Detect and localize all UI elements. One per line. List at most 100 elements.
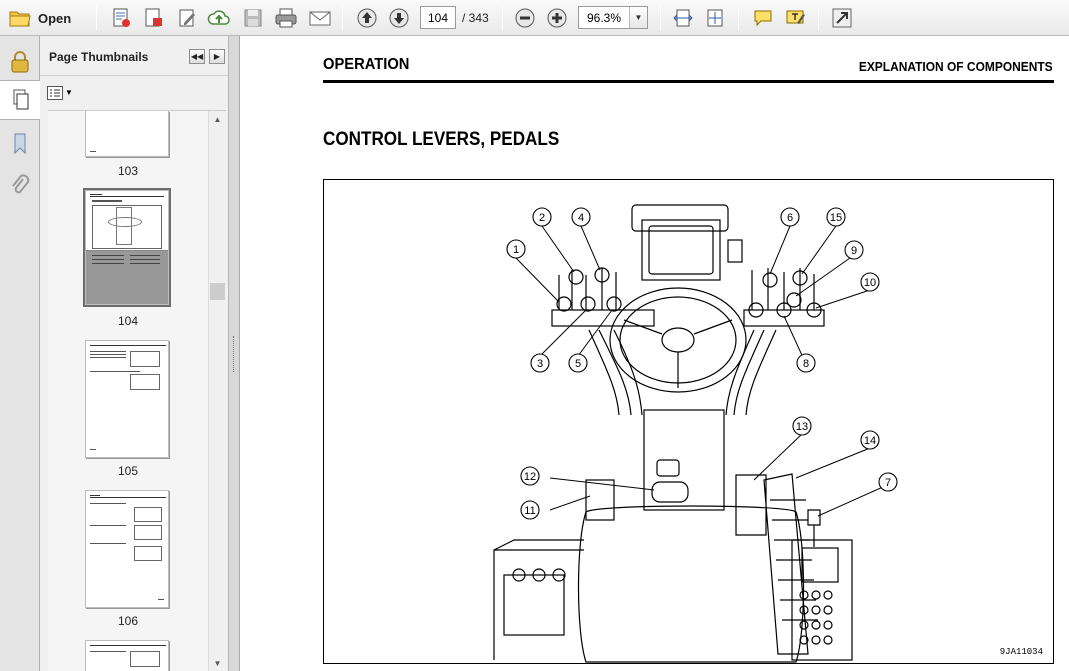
page-header-left: OPERATION	[323, 56, 410, 73]
export-pdf-button[interactable]	[140, 5, 166, 31]
panel-splitter[interactable]	[228, 36, 240, 671]
control-levers-figure: 1 2 3 4 5 6 7 8 9 10 11 12 13 14 15 9JA1…	[323, 179, 1054, 664]
callout-10: 10	[864, 277, 876, 289]
thumbnail-page-107[interactable]	[85, 640, 169, 671]
page-thumbnails-button[interactable]	[0, 80, 41, 120]
email-button[interactable]	[306, 5, 334, 31]
splitter-grip[interactable]	[233, 336, 235, 372]
arrow-down-icon	[389, 8, 409, 28]
thumbnail-label-104: 104	[117, 314, 139, 328]
callout-3: 3	[537, 358, 543, 370]
double-chevron-left-icon: ◀◀	[190, 52, 204, 61]
chevron-down-icon: ▼	[213, 659, 222, 668]
zoom-dropdown-arrow[interactable]: ▼	[629, 7, 647, 28]
thumbnail-page-105[interactable]	[85, 340, 169, 458]
thumbnail-label-106: 106	[117, 614, 139, 628]
page-header-right: EXPLANATION OF COMPONENTS	[859, 59, 1053, 74]
comment-button[interactable]	[750, 5, 776, 31]
zoom-select[interactable]: ▼	[578, 6, 648, 29]
list-options-icon	[47, 85, 63, 100]
print-button[interactable]	[272, 5, 300, 31]
callout-6: 6	[787, 212, 793, 224]
header-rule	[323, 80, 1054, 83]
thumbnail-page-104[interactable]	[83, 188, 171, 307]
chevron-down-icon: ▼	[65, 88, 73, 97]
callout-11: 11	[524, 505, 535, 517]
highlight-button[interactable]	[782, 5, 808, 31]
chevron-down-icon: ▼	[634, 13, 643, 22]
thumbnails-scroll-area: 103 104 105 106 ▲ ▼	[48, 110, 226, 671]
callout-13: 13	[796, 421, 808, 433]
create-pdf-icon	[113, 8, 130, 27]
lock-icon	[11, 51, 29, 73]
page-total-label: / 343	[462, 11, 489, 25]
thumbnails-title: Page Thumbnails	[49, 50, 149, 64]
zoom-out-icon	[515, 8, 535, 28]
expand-button[interactable]	[828, 5, 856, 31]
callout-9: 9	[851, 245, 857, 257]
fit-width-button[interactable]	[670, 5, 696, 31]
thumbnail-page-103[interactable]	[85, 111, 169, 157]
upload-button[interactable]	[206, 5, 232, 31]
create-pdf-button[interactable]	[108, 5, 134, 31]
document-view[interactable]: OPERATION EXPLANATION OF COMPONENTS CONT…	[240, 36, 1069, 671]
thumbnail-list: 103 104 105 106	[48, 111, 208, 671]
attachments-button[interactable]	[0, 166, 40, 206]
envelope-icon	[309, 11, 331, 26]
fit-width-icon	[673, 9, 693, 27]
operator-cab-illustration: 1 2 3 4 5 6 7 8 9 10 11 12 13 14 15	[493, 204, 898, 663]
thumbnail-label-103: 103	[117, 164, 139, 178]
callout-7: 7	[885, 477, 891, 489]
callout-2: 2	[539, 212, 545, 224]
callout-4: 4	[578, 212, 584, 224]
thumbnail-options-button[interactable]: ▼	[47, 84, 73, 101]
expand-panel-button[interactable]: ▶	[209, 49, 225, 64]
thumbnail-label-105: 105	[117, 464, 139, 478]
scroll-down-button[interactable]: ▼	[209, 655, 226, 671]
folder-icon	[9, 11, 31, 27]
fit-page-icon	[707, 9, 723, 27]
chevron-right-icon: ▶	[213, 52, 221, 61]
previous-page-button[interactable]	[354, 5, 380, 31]
callout-1: 1	[513, 244, 519, 256]
callout-8: 8	[803, 358, 809, 370]
collapse-panel-button[interactable]: ◀◀	[189, 49, 205, 64]
bookmarks-button[interactable]	[0, 124, 40, 164]
paperclip-icon	[12, 174, 30, 194]
page-thumbnails-panel: Page Thumbnails ◀◀ ▶ ▼ 103 104 105 106 ▲…	[40, 36, 228, 671]
figure-code: 9JA11034	[999, 647, 1043, 657]
thumbnails-scrollbar[interactable]: ▲ ▼	[208, 111, 226, 671]
zoom-out-button[interactable]	[512, 5, 538, 31]
open-button[interactable]: Open	[8, 5, 84, 31]
scrollbar-thumb[interactable]	[210, 283, 225, 300]
thumbnail-page-106[interactable]	[85, 490, 169, 608]
next-page-button[interactable]	[386, 5, 412, 31]
open-label: Open	[38, 10, 72, 26]
callout-5: 5	[575, 358, 581, 370]
callout-12: 12	[524, 471, 536, 483]
speech-bubble-icon	[754, 10, 772, 27]
zoom-input[interactable]	[579, 7, 629, 28]
arrow-up-icon	[357, 8, 377, 28]
edit-document-icon	[179, 9, 195, 27]
zoom-in-button[interactable]	[544, 5, 570, 31]
fit-page-button[interactable]	[702, 5, 728, 31]
save-button[interactable]	[240, 5, 266, 31]
cloud-upload-icon	[207, 10, 230, 25]
main-toolbar: Open / 343 ▼	[0, 0, 1069, 36]
scroll-up-button[interactable]: ▲	[209, 111, 226, 128]
expand-arrows-icon	[832, 8, 852, 28]
chevron-up-icon: ▲	[213, 115, 222, 124]
callout-14: 14	[864, 435, 876, 447]
page-number-input[interactable]	[420, 6, 456, 29]
export-pdf-icon	[145, 8, 162, 27]
save-disk-icon	[244, 9, 262, 27]
callout-15: 15	[830, 212, 842, 224]
pages-icon	[13, 89, 28, 110]
section-title: CONTROL LEVERS, PEDALS	[323, 129, 560, 150]
navigation-rail	[0, 36, 41, 671]
edit-button[interactable]	[174, 5, 200, 31]
thumbnails-header: Page Thumbnails ◀◀ ▶	[40, 36, 228, 76]
bookmark-icon	[14, 133, 26, 155]
security-button[interactable]	[0, 42, 40, 82]
